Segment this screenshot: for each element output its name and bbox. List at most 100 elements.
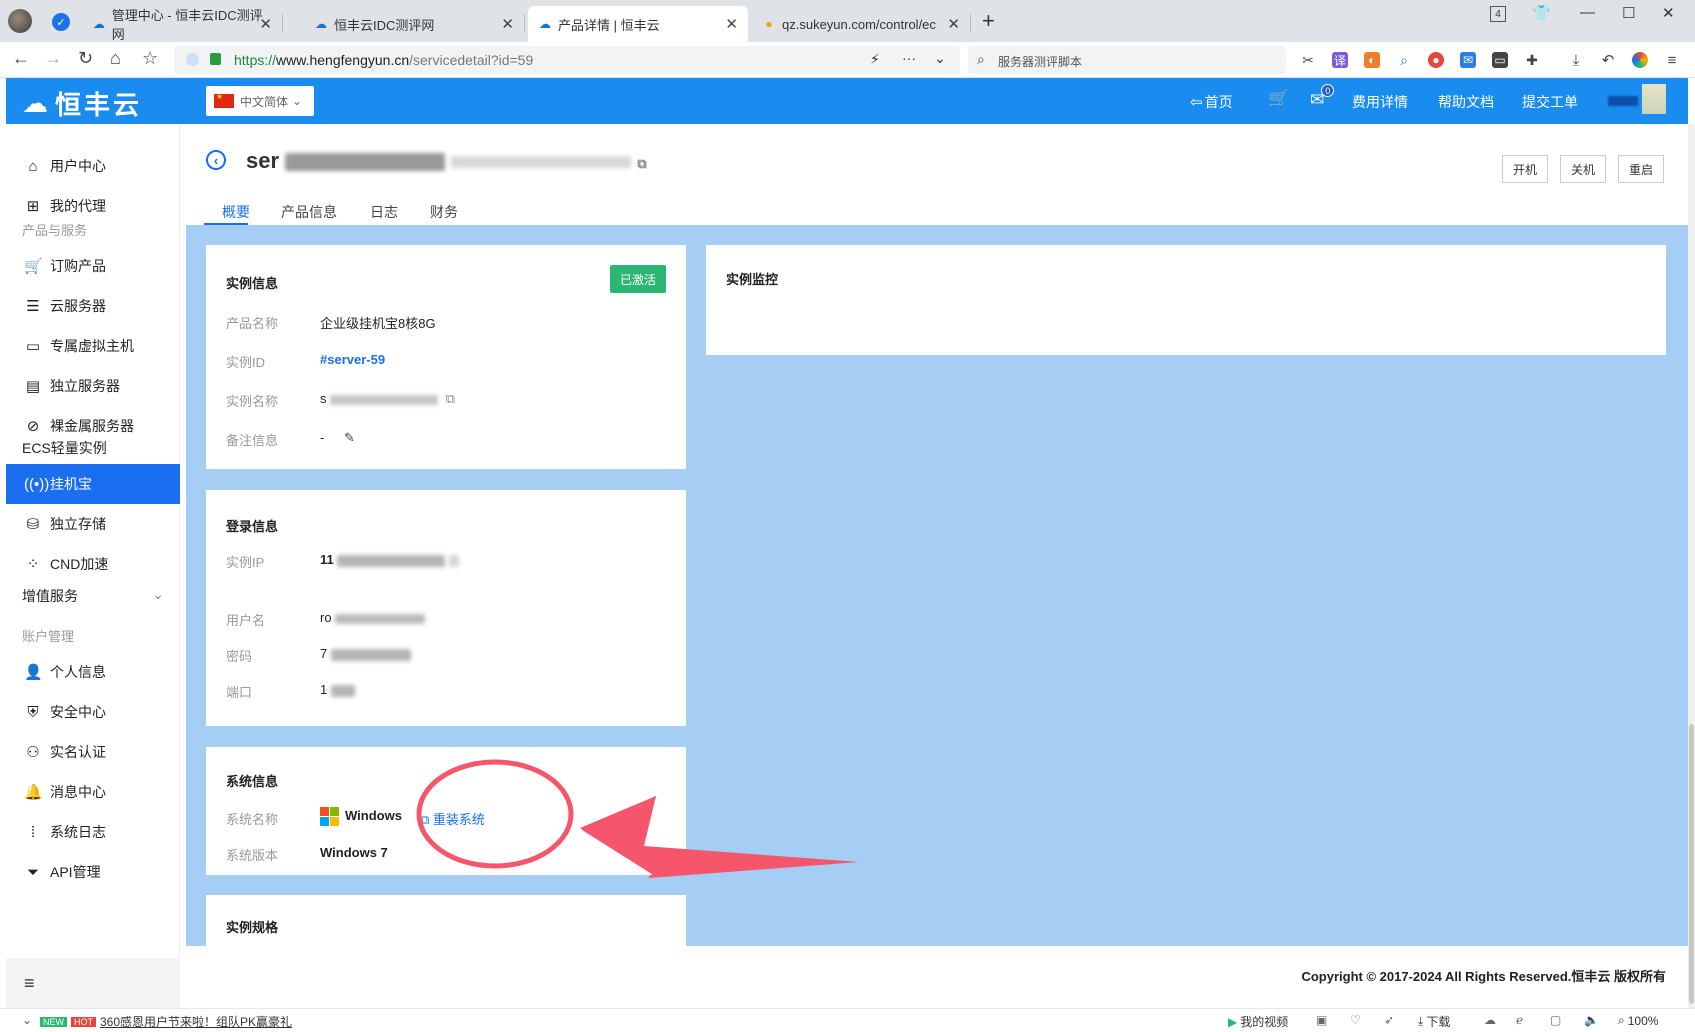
nav-ticket[interactable]: 提交工单 xyxy=(1522,92,1578,112)
page-scrollbar[interactable] xyxy=(1688,124,1695,1008)
site-logo[interactable]: ☁ 恒丰云 xyxy=(22,85,142,122)
nav-home[interactable]: ⇦ 首页 xyxy=(1190,92,1233,112)
home-icon[interactable]: ⌂ xyxy=(110,48,121,69)
weibo-icon[interactable]: ● xyxy=(1428,52,1444,68)
sidebar-item-messages[interactable]: 🔔 消息中心 xyxy=(6,772,180,812)
power-off-button[interactable]: 关机 xyxy=(1560,155,1607,183)
nav-help[interactable]: 帮助文档 xyxy=(1438,92,1494,112)
menu-icon[interactable]: ≡ xyxy=(1664,52,1680,69)
sidebar-item-dedicated-vm[interactable]: ▭ 专属虚拟主机 xyxy=(6,326,180,366)
sidebar-item-storage[interactable]: ⛁ 独立存储 xyxy=(6,504,180,544)
ie-icon[interactable]: ℯ xyxy=(1516,1013,1523,1027)
product-name-value: 企业级挂机宝8核8G xyxy=(320,316,436,331)
sidebar-item-api[interactable]: ⏷ API管理 xyxy=(6,852,180,892)
sidebar-item-security[interactable]: ⛨ 安全中心 xyxy=(6,692,180,732)
sidebar-item-profile[interactable]: 👤 个人信息 xyxy=(6,652,180,692)
undo-icon[interactable]: ↶ xyxy=(1600,52,1616,69)
my-video-button[interactable]: ▶ 我的视频 xyxy=(1228,1013,1288,1030)
user-avatar[interactable] xyxy=(1608,84,1668,116)
broadcast-icon: ((•)) xyxy=(24,475,50,493)
translate-icon[interactable]: 译 xyxy=(1332,52,1348,68)
cart-icon[interactable]: 🛒 xyxy=(1268,89,1289,109)
close-window-icon[interactable]: ✕ xyxy=(1662,4,1675,22)
browser-tab[interactable]: ☁ 管理中心 - 恒丰云IDC测评网 ✕ xyxy=(82,6,283,42)
sidebar-item-value-added[interactable]: 增值服务 ⌄ xyxy=(22,586,164,606)
chevron-down-icon[interactable]: ⌄ xyxy=(934,50,946,67)
tab-counter[interactable]: 4 xyxy=(1490,6,1506,22)
edit-icon[interactable]: ✎ xyxy=(344,430,355,445)
image-icon[interactable]: ▣ xyxy=(1316,1013,1327,1027)
download-button[interactable]: ⤓ 下载 xyxy=(1418,1013,1450,1030)
browser-tab-active[interactable]: ☁ 产品详情 | 恒丰云 ✕ xyxy=(528,6,748,42)
site-info-icon[interactable] xyxy=(186,53,199,66)
window-icon[interactable]: ▢ xyxy=(1550,1013,1561,1027)
favorites-icon[interactable]: ☆ xyxy=(142,48,158,69)
sidebar-collapse[interactable]: ≡ xyxy=(6,958,180,1008)
reload-icon[interactable]: ↻ xyxy=(78,48,93,69)
game-icon[interactable]: ◐ xyxy=(1364,52,1380,68)
ai-icon[interactable] xyxy=(1632,52,1648,68)
tab-product-info[interactable]: 产品信息 xyxy=(281,202,337,222)
redacted-text xyxy=(337,554,446,567)
shirt-icon[interactable]: 👕 xyxy=(1532,4,1551,22)
sidebar-item-realname[interactable]: ⚇ 实名认证 xyxy=(6,732,180,772)
sidebar-item-dedicated-server[interactable]: ▤ 独立服务器 xyxy=(6,366,180,406)
browser-tab[interactable]: ☁ 恒丰云IDC测评网 ✕ xyxy=(304,6,525,42)
sidebar-item-cloud-server[interactable]: ☰ 云服务器 xyxy=(6,286,180,326)
tab-finance[interactable]: 财务 xyxy=(430,202,458,222)
rocket-icon[interactable]: ➶ xyxy=(1384,1013,1394,1027)
restart-button[interactable]: 重启 xyxy=(1618,155,1665,183)
instance-id-link[interactable]: #server-59 xyxy=(320,352,385,367)
sidebar-item-ecs-light[interactable]: ECS轻量实例 xyxy=(22,438,107,458)
browser-check-icon[interactable]: ✓ xyxy=(52,13,70,31)
chevron-down-icon[interactable]: ⌄ xyxy=(22,1013,32,1027)
copy-icon[interactable]: ⧉ xyxy=(637,156,646,171)
address-bar[interactable]: https://www.hengfengyun.cn/servicedetail… xyxy=(174,46,960,74)
browser-profile-avatar[interactable] xyxy=(8,9,32,33)
close-icon[interactable]: ✕ xyxy=(725,15,738,33)
promo-link[interactable]: NEW HOT 360感恩用户节来啦！组队PK赢豪礼 xyxy=(40,1013,292,1030)
tab-logs[interactable]: 日志 xyxy=(370,202,398,222)
maximize-icon[interactable]: ☐ xyxy=(1622,4,1635,22)
language-select[interactable]: 中文简体 ⌄ xyxy=(206,86,314,116)
speaker-icon[interactable]: 🔈 xyxy=(1584,1013,1599,1027)
redacted-text xyxy=(330,648,411,661)
back-icon[interactable]: ‹ xyxy=(206,150,226,170)
more-icon[interactable]: ··· xyxy=(902,50,916,66)
reinstall-system-link[interactable]: ⧉ 重装系统 xyxy=(420,809,485,828)
close-icon[interactable]: ✕ xyxy=(259,15,272,33)
new-tab-icon[interactable]: + xyxy=(982,8,995,34)
my-video-label: 我的视频 xyxy=(1240,1015,1289,1029)
zoom-control[interactable]: ⌕ 100% xyxy=(1618,1013,1658,1028)
back-arrow-icon[interactable]: ← xyxy=(12,48,30,69)
cloud-icon[interactable]: ☁ xyxy=(1484,1013,1496,1027)
search-input[interactable]: ⌕ 服务器测评脚本 xyxy=(968,46,1286,74)
card-title: 实例规格 xyxy=(226,920,279,935)
forward-arrow-icon[interactable]: → xyxy=(44,48,62,69)
remark-text: - xyxy=(320,430,325,445)
sidebar-item-syslog[interactable]: ⁞ 系统日志 xyxy=(6,812,180,852)
minimize-icon[interactable]: — xyxy=(1580,4,1595,21)
tab-overview[interactable]: 概要 xyxy=(222,202,250,222)
screen-icon[interactable]: ▭ xyxy=(1492,52,1508,68)
mail-icon[interactable]: ✉ xyxy=(1460,52,1476,68)
nav-billing[interactable]: 费用详情 xyxy=(1352,92,1408,112)
power-on-button[interactable]: 开机 xyxy=(1502,155,1549,183)
browser-tab[interactable]: ● qz.sukeyun.com/control/ec ✕ xyxy=(752,6,971,42)
magnifier-icon[interactable]: ⌕ xyxy=(1396,52,1412,68)
lightning-icon[interactable]: ⚡ xyxy=(870,51,880,68)
heart-icon[interactable]: ♡ xyxy=(1350,1013,1361,1027)
message-nav[interactable]: ✉ 0 xyxy=(1310,84,1335,110)
close-icon[interactable]: ✕ xyxy=(501,15,514,33)
scrollbar-thumb[interactable] xyxy=(1689,724,1694,1004)
extensions-icon[interactable]: ✚ xyxy=(1524,52,1540,68)
sidebar-item-user-center[interactable]: ⌂ 用户中心 xyxy=(6,146,180,186)
scissors-icon[interactable]: ✂ xyxy=(1300,52,1316,68)
sidebar-item-cdn[interactable]: ⁘ CND加速 xyxy=(6,544,180,584)
sidebar-item-order[interactable]: 🛒 订购产品 xyxy=(6,246,180,286)
download-icon[interactable]: ⤓ xyxy=(1568,52,1584,69)
copy-icon[interactable]: ⧉ xyxy=(446,391,455,406)
close-icon[interactable]: ✕ xyxy=(947,15,960,33)
sidebar-item-guajibao[interactable]: ((•)) 挂机宝 xyxy=(6,464,180,504)
label-product-name: 产品名称 xyxy=(226,316,279,331)
